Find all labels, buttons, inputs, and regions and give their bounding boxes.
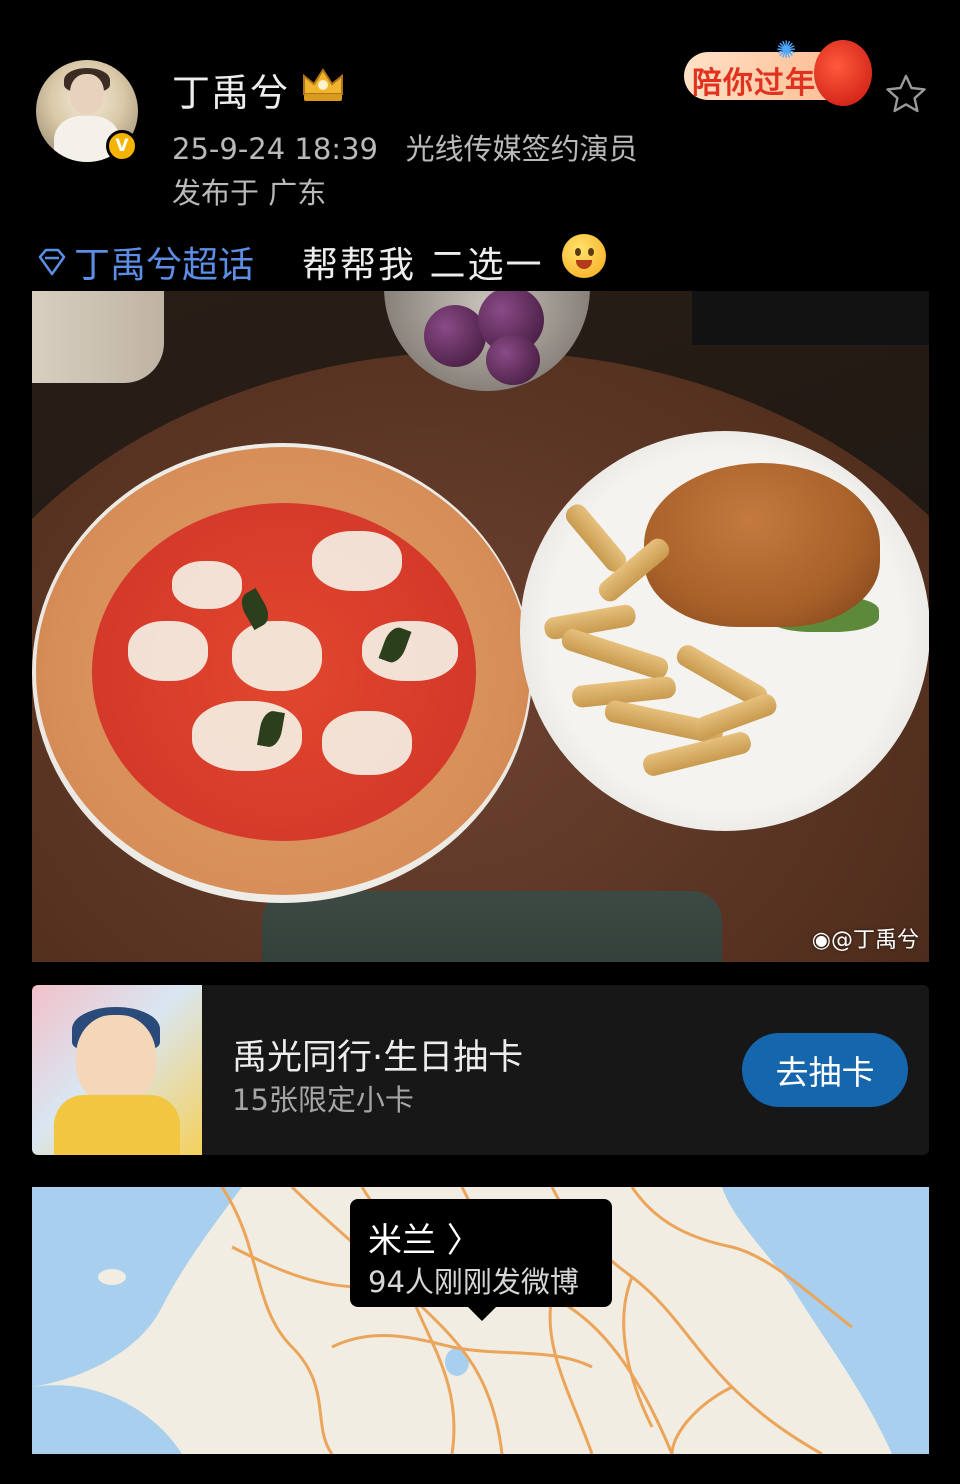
- watermark-text: @丁禹兮: [830, 928, 919, 953]
- timestamp: 25-9-24 18:39: [172, 132, 378, 166]
- watermark: ◉@丁禹兮: [812, 922, 919, 954]
- map-activity-label: 94人刚刚发微博: [368, 1265, 579, 1299]
- supertopic-label: 丁禹兮超话: [74, 245, 255, 286]
- map-place-label: 米兰 〉: [368, 1221, 481, 1261]
- star-icon[interactable]: [884, 72, 928, 116]
- new-year-badge[interactable]: 陪你过年 ✺: [684, 36, 876, 110]
- badge-text: 陪你过年: [692, 66, 816, 101]
- card-subtitle: 15张限定小卡: [232, 1083, 414, 1117]
- grin-emoji-icon: [562, 234, 606, 278]
- napkin-holder: [692, 291, 929, 345]
- mozzarella: [192, 701, 302, 771]
- post-photo[interactable]: ◉@丁禹兮: [32, 291, 929, 962]
- mozzarella: [362, 621, 458, 681]
- weibo-logo-icon: ◉: [811, 928, 831, 953]
- verified-icon: V: [106, 130, 138, 162]
- promo-card[interactable]: 禹光同行·生日抽卡 15张限定小卡 去抽卡: [32, 985, 929, 1155]
- card-thumbnail: [32, 985, 202, 1155]
- post-meta: 25-9-24 18:39 光线传媒签约演员: [172, 126, 638, 168]
- mozzarella: [232, 621, 322, 691]
- username[interactable]: 丁禹兮: [172, 62, 289, 117]
- supertopic-link[interactable]: 丁禹兮超话: [36, 236, 254, 288]
- supertopic-diamond-icon: [38, 248, 66, 276]
- firework-icon: ✺: [776, 36, 797, 64]
- burger-bun: [644, 463, 880, 627]
- mozzarella: [322, 711, 412, 775]
- crown-level-icon[interactable]: [300, 66, 346, 104]
- location-label: 发布于 广东: [172, 176, 327, 210]
- card-title: 禹光同行·生日抽卡: [232, 1038, 524, 1078]
- post-text: 帮帮我 二选一: [302, 245, 544, 286]
- mozzarella: [312, 531, 402, 591]
- mozzarella: [172, 561, 242, 609]
- lantern-icon: [814, 40, 872, 106]
- plum: [424, 305, 486, 367]
- plum: [486, 335, 540, 385]
- map-callout[interactable]: 米兰 〉 94人刚刚发微博: [350, 1199, 612, 1321]
- ceramic-cup: [32, 291, 164, 383]
- location-map[interactable]: 米兰 〉 94人刚刚发微博: [32, 1187, 929, 1454]
- source-label: 光线传媒签约演员: [405, 132, 638, 166]
- jeans: [262, 891, 722, 962]
- mozzarella: [128, 621, 208, 681]
- draw-card-button[interactable]: 去抽卡: [742, 1033, 908, 1107]
